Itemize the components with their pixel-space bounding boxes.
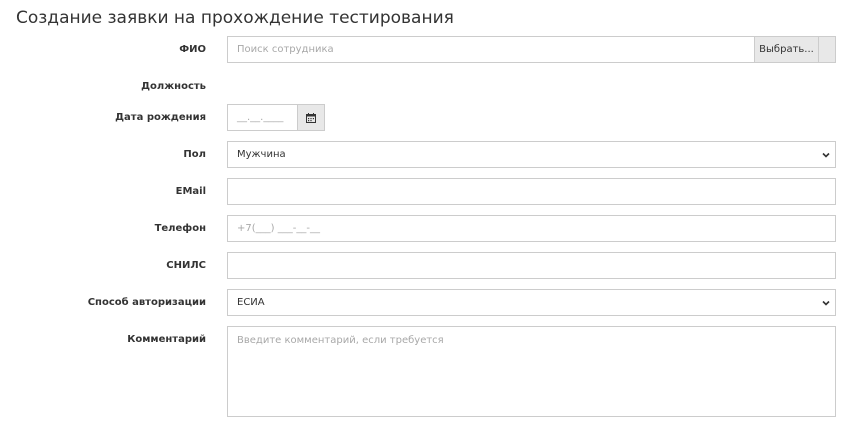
calendar-button[interactable] — [297, 104, 325, 131]
comment-label: Комментарий — [127, 334, 206, 345]
page-title: Создание заявки на прохождение тестирова… — [16, 8, 454, 28]
birth-date-input[interactable]: __.__.____ — [227, 104, 298, 131]
position-label: Должность — [141, 81, 206, 92]
chevron-down-icon — [822, 152, 830, 158]
email-label: EMail — [175, 186, 206, 197]
gender-select[interactable]: Мужчина — [227, 141, 836, 168]
auth-method-row: Способ авторизации ЕСИА — [0, 289, 859, 316]
snils-label: СНИЛС — [166, 260, 206, 271]
gender-row: Пол Мужчина — [0, 141, 859, 168]
birth-date-label: Дата рождения — [115, 112, 206, 123]
gender-selected-value: Мужчина — [237, 149, 286, 160]
fio-search-input[interactable]: Поиск сотрудника — [227, 36, 755, 63]
calendar-icon — [306, 112, 316, 123]
phone-label: Телефон — [154, 223, 206, 234]
email-row: EMail — [0, 178, 859, 205]
email-field[interactable] — [227, 178, 836, 205]
fio-search-placeholder: Поиск сотрудника — [237, 44, 334, 55]
phone-row: Телефон +7(___) ___-__-__ — [0, 215, 859, 242]
fio-row: ФИО Поиск сотрудника Выбрать... — [0, 36, 859, 63]
fio-label: ФИО — [179, 44, 206, 55]
birth-date-row: Дата рождения __.__.____ — [0, 104, 859, 131]
phone-field[interactable]: +7(___) ___-__-__ — [227, 215, 836, 242]
chevron-down-icon — [822, 300, 830, 306]
position-row: Должность — [0, 78, 859, 96]
snils-field[interactable] — [227, 252, 836, 279]
comment-textarea[interactable]: Введите комментарий, если требуется — [227, 326, 836, 417]
auth-method-selected-value: ЕСИА — [237, 297, 265, 308]
auth-method-select[interactable]: ЕСИА — [227, 289, 836, 316]
fio-extra-button[interactable] — [818, 36, 836, 63]
comment-row: Комментарий Введите комментарий, если тр… — [0, 326, 859, 418]
snils-row: СНИЛС — [0, 252, 859, 279]
fio-select-button[interactable]: Выбрать... — [754, 36, 819, 63]
auth-method-label: Способ авторизации — [87, 297, 206, 308]
gender-label: Пол — [183, 149, 206, 160]
comment-placeholder: Введите комментарий, если требуется — [237, 335, 444, 346]
phone-mask: +7(___) ___-__-__ — [237, 223, 320, 234]
